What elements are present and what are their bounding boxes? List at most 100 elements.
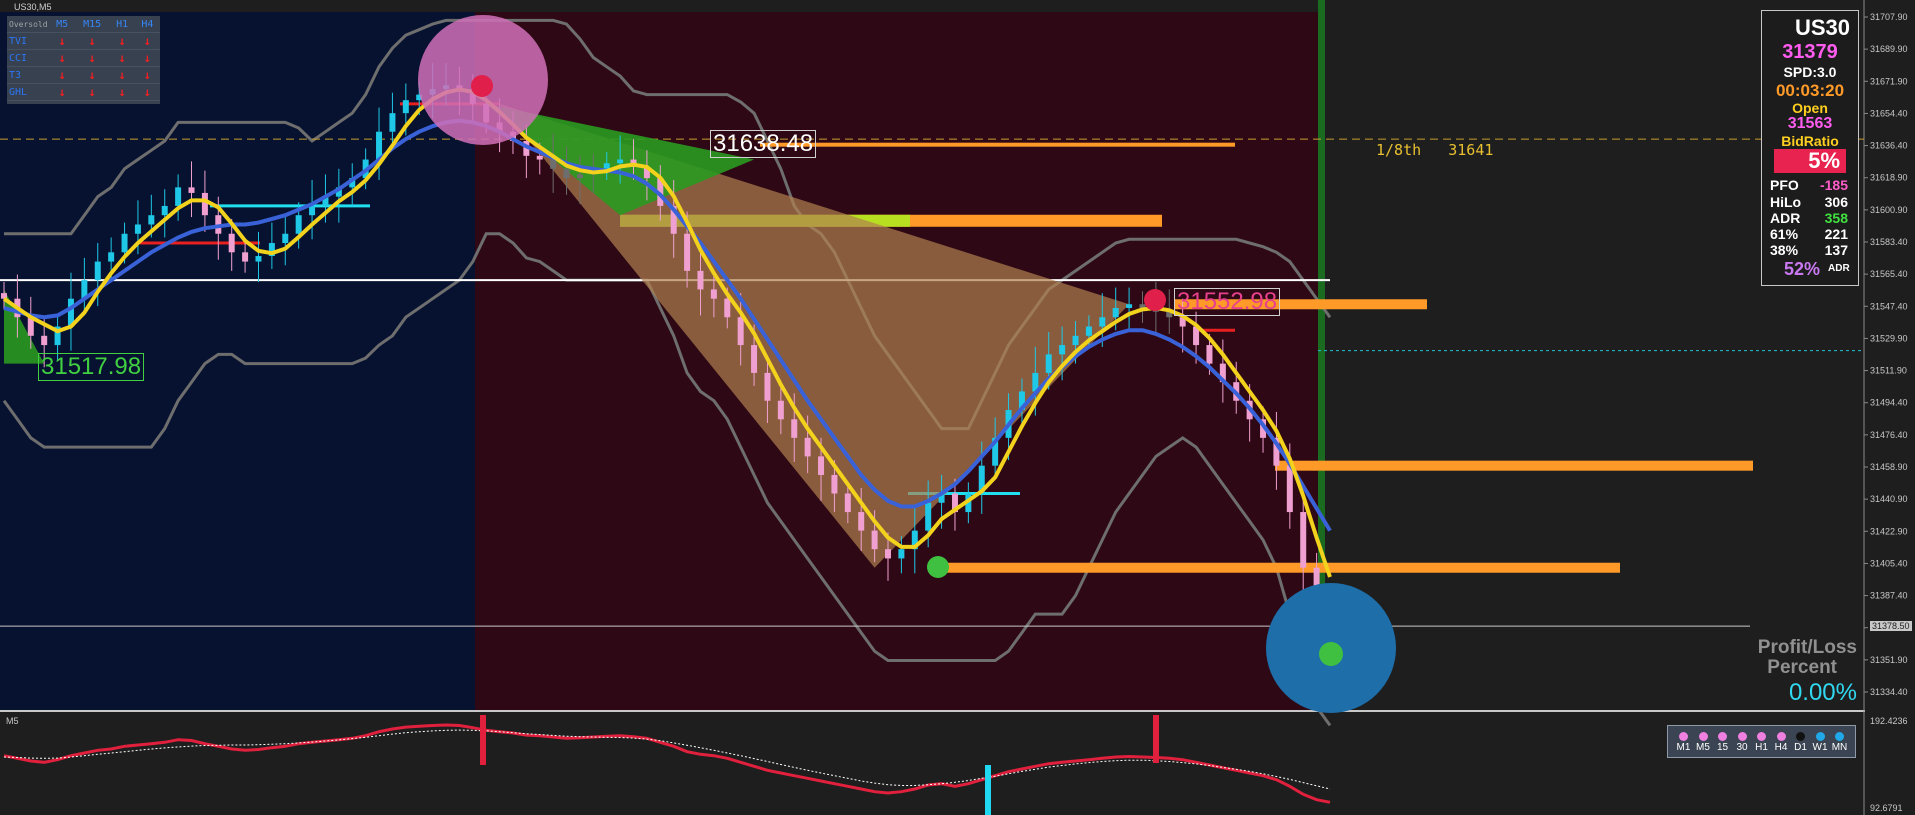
price-tick-label: 31351.90: [1870, 655, 1908, 665]
info-adr-percent: 52%: [1784, 259, 1821, 279]
candle-body: [603, 163, 610, 169]
candle-body: [710, 289, 717, 299]
candle-body: [697, 270, 704, 290]
timeframe-d1[interactable]: D1: [1791, 726, 1810, 757]
timeframe-label: MN: [1831, 742, 1848, 753]
candle-body: [885, 549, 891, 559]
chart-stage: 31707.90 31689.90 31671.90 31654.40 31636.40…: [0, 0, 1915, 815]
pl-value: 0.00%: [1788, 679, 1857, 706]
candle-body: [1206, 345, 1213, 364]
candle-body: [1286, 465, 1293, 513]
down-arrow-icon: ↓: [134, 83, 160, 101]
timeframe-w1[interactable]: W1: [1811, 726, 1830, 757]
timeframe-panel: M1 M5 15 30 H1 H4 D1 W1 MN: [1667, 725, 1856, 758]
orange-level-410: [940, 562, 1620, 573]
candle-body: [228, 233, 235, 253]
price-tick-label: 31405.40: [1870, 558, 1908, 568]
info-spread: SPD:3.0: [1783, 64, 1837, 80]
price-tick-label: 31618.90: [1870, 173, 1908, 183]
candle-body: [858, 512, 865, 531]
candle-body: [1072, 335, 1079, 346]
timeframe-mn[interactable]: MN: [1830, 726, 1849, 757]
candle-body: [818, 456, 825, 475]
status-dot-icon: [1679, 732, 1688, 741]
candle-body: [1126, 304, 1133, 308]
price-tick-label: 31334.40: [1870, 687, 1908, 697]
signal-name: T3: [7, 66, 50, 84]
candle-body: [1059, 345, 1066, 355]
down-arrow-icon: ↓: [134, 66, 160, 84]
down-arrow-icon: ↓: [49, 83, 75, 101]
timeframe-15[interactable]: 15: [1713, 726, 1732, 757]
down-arrow-icon: ↓: [109, 32, 135, 50]
timeframe-label: D1: [1794, 742, 1807, 753]
level-label-31552: 31552.98: [1174, 288, 1281, 316]
candle-body: [684, 233, 691, 271]
candle-body: [94, 261, 101, 281]
down-arrow-icon: ↓: [49, 49, 75, 67]
status-dot-icon: [1776, 732, 1786, 741]
timeframe-m5[interactable]: M5: [1694, 726, 1713, 757]
price-tick-label: 31476.40: [1870, 430, 1908, 440]
candle-body: [617, 159, 624, 164]
orange-level-upper: [760, 142, 1235, 147]
price-tick-label: 31529.90: [1870, 333, 1908, 343]
signal-name: CCI: [7, 49, 50, 67]
timeframe-label: M5: [1696, 742, 1710, 753]
orange-level-470: [1275, 460, 1753, 471]
timeframe-label: 30: [1736, 742, 1748, 753]
info-open-label: Open: [1792, 100, 1828, 116]
timeframe-h1[interactable]: H1: [1752, 726, 1771, 757]
candle-body: [576, 174, 583, 179]
candle-body: [282, 233, 289, 244]
timeframe-30[interactable]: 30: [1733, 726, 1752, 757]
subwindow-min: 92.6791: [1870, 803, 1903, 813]
candle-body: [389, 113, 396, 132]
timeframe-m1[interactable]: M1: [1674, 726, 1693, 757]
price-tick-label: 31583.40: [1870, 237, 1908, 247]
price-tick-label: 31671.90: [1870, 76, 1908, 86]
price-tick-label: 31636.40: [1870, 141, 1908, 151]
pl-title-1: Profit/Loss: [1757, 637, 1857, 658]
candle-body: [751, 345, 758, 373]
down-arrow-icon: ↓: [74, 49, 110, 67]
price-tick-label: 31422.90: [1870, 526, 1908, 536]
price-tick-label: 31565.40: [1870, 269, 1908, 279]
timeframe-label: H4: [1774, 742, 1788, 753]
window-title: US30,M5: [14, 2, 52, 12]
level-label-31517: 31517.98: [38, 353, 145, 381]
green-dot-marker-bottom: [927, 556, 949, 578]
down-arrow-icon: ↓: [109, 66, 135, 84]
pl-title-2: Percent: [1767, 657, 1837, 678]
candle-body: [309, 205, 316, 216]
down-arrow-icon: ↓: [74, 83, 110, 101]
candle-body: [242, 252, 249, 262]
green-dot-marker-current: [1319, 642, 1343, 666]
info-stat-label: HiLo: [1770, 194, 1802, 210]
signal-header-m5: M5: [49, 16, 75, 33]
price-tick-label: 31511.90: [1870, 366, 1907, 376]
info-panel: US30 31379 SPD:3.0 00:03:20 Open 31563 B…: [1761, 10, 1859, 286]
candle-body: [1099, 317, 1106, 327]
info-timer: 00:03:20: [1775, 81, 1845, 100]
signal-header-h4: H4: [134, 16, 160, 33]
candle-body: [898, 549, 905, 559]
status-dot-icon: [1698, 732, 1708, 741]
info-adr-suffix: ADR: [1828, 263, 1850, 274]
main-chart-svg[interactable]: 31707.90 31689.90 31671.90 31654.40 31636.40…: [0, 0, 1915, 815]
current-price-tag: 31378.50: [1870, 621, 1912, 631]
candle-body: [791, 419, 798, 438]
candle-body: [295, 215, 302, 234]
signal-row-t3: T3 ↓ ↓ ↓ ↓: [7, 66, 160, 84]
timeframe-h4[interactable]: H4: [1772, 726, 1791, 757]
info-stat-value: 306: [1824, 194, 1848, 210]
signal-name: GHL: [7, 83, 50, 101]
candle-body: [402, 100, 409, 114]
candle-body: [188, 187, 195, 193]
status-dot-icon: [1796, 732, 1805, 741]
timeframe-label: W1: [1812, 742, 1828, 753]
candle-body: [175, 187, 182, 206]
red-dot-marker-top: [471, 75, 493, 97]
info-stat-value: -185: [1819, 177, 1848, 193]
candle-body: [804, 437, 811, 457]
